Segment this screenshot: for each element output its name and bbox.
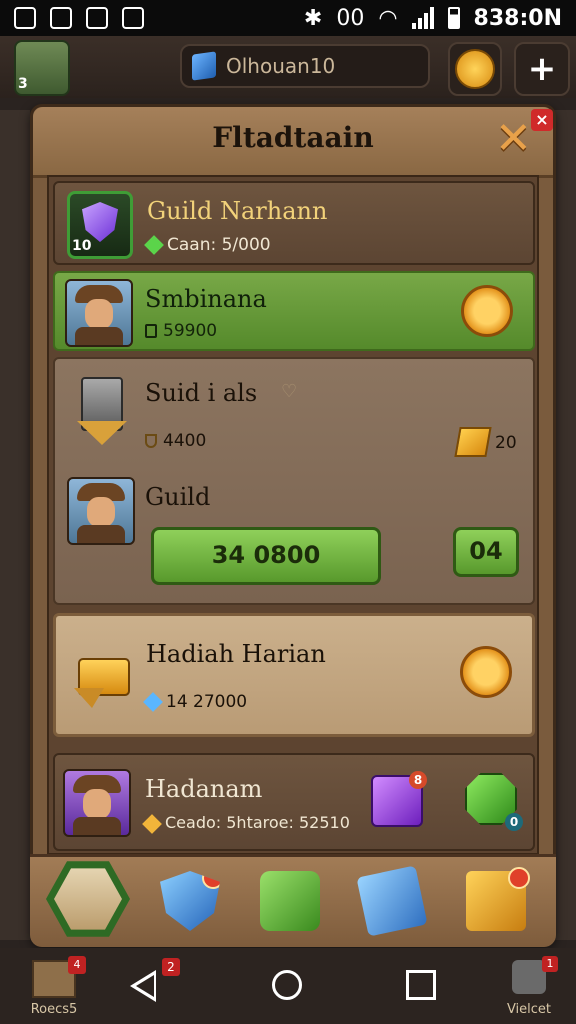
guild-header-card[interactable]: 10 Guild Narhann Caan: 5/000 (53, 181, 535, 265)
recents-shortcut[interactable]: 4 Roecs5 (24, 956, 86, 1017)
recents-badge: 4 (68, 956, 86, 974)
tab-hero[interactable] (46, 861, 130, 937)
panel-title: Fltadtaain (212, 121, 374, 154)
tab-blue-gem[interactable] (356, 865, 428, 937)
guild-master-portrait (67, 477, 135, 545)
player-name: Olhouan10 (226, 54, 336, 78)
member-row[interactable]: Smbinana 59900 (53, 271, 535, 351)
gem-icon (142, 813, 162, 834)
close-icon: ✕ (495, 113, 532, 164)
tab-green-gem[interactable] (260, 871, 320, 931)
notification-dot-icon (508, 867, 530, 889)
panel-header: Fltadtaain ✕ × (33, 107, 553, 178)
right-badge: 1 (542, 956, 558, 972)
heart-icon: ♡ (281, 381, 298, 402)
player-name-plate[interactable]: Olhouan10 (180, 44, 430, 88)
treasure-card[interactable]: Hadiah Harian 14 27000 (53, 613, 535, 737)
member-row[interactable]: Hadanam Ceado: 5htaroe: 52510 8 0 (53, 753, 535, 851)
member-name: Smbinana (145, 285, 267, 313)
app-notification-icon (14, 7, 36, 29)
bluetooth-icon: ✱ (303, 5, 323, 31)
anvil-icon (73, 373, 131, 449)
panel-content: 10 Guild Narhann Caan: 5/000 Smbinana 59… (47, 175, 539, 855)
section-title: Suid i als (145, 379, 258, 407)
guild-level: 10 (72, 238, 92, 254)
green-gem-badge: 0 (505, 813, 523, 831)
background-left (0, 110, 30, 940)
add-button[interactable]: + (514, 42, 570, 96)
guild-shield-icon: 10 (67, 191, 133, 259)
recents-label: Roecs5 (30, 1002, 78, 1017)
player-avatar[interactable]: 3 (14, 40, 70, 96)
close-badge-icon: × (531, 109, 553, 131)
tab-gold-shield[interactable] (466, 867, 530, 931)
notification-dot-icon (202, 871, 220, 889)
status-bar: ✱ 00 ◠ 838:0N (0, 0, 576, 36)
upgrade-section: Suid i als ♡ 4400 20 Guild 34 0800 04 (53, 357, 535, 605)
treasure-title: Hadiah Harian (146, 640, 326, 668)
signal-icon (411, 7, 434, 29)
member-name: Hadanam (145, 775, 263, 803)
section-cost: 4400 (145, 431, 206, 451)
hero-icon (54, 868, 122, 930)
treasure-chest-icon (74, 648, 134, 710)
coin-button[interactable] (448, 42, 502, 96)
coin-icon[interactable] (460, 646, 512, 698)
player-level: 3 (18, 76, 28, 92)
gem-icon (143, 692, 163, 712)
coin-icon (455, 49, 495, 89)
right-label: Vielcet (506, 1002, 552, 1017)
coin-icon[interactable] (461, 285, 513, 337)
shortcut-icon (512, 960, 546, 994)
navigation-bar: 4 Roecs5 2 1 Vielcet (0, 948, 576, 1024)
treasure-value: 14 27000 (143, 692, 247, 712)
upgrade-button[interactable]: 34 0800 (151, 527, 381, 585)
member-portrait (65, 279, 133, 347)
battery-icon (447, 7, 460, 29)
clock: 838:0N (473, 5, 562, 31)
close-button[interactable]: ✕ × (493, 109, 553, 164)
guild-capacity: Caan: 5/000 (144, 235, 271, 255)
photo-notification-icon (86, 7, 108, 29)
home-icon[interactable] (272, 970, 302, 1000)
right-shortcut[interactable]: 1 Vielcet (502, 956, 558, 1017)
back-icon-inner (136, 975, 154, 997)
member-score: 59900 (145, 321, 217, 341)
gold-count: 20 (495, 433, 517, 453)
network-indicator: 00 (336, 5, 365, 31)
gem-icon (144, 235, 164, 255)
small-action-button[interactable]: 04 (453, 527, 519, 577)
member-stats: Ceado: 5htaroe: 52510 (142, 813, 350, 834)
purple-gem-icon[interactable]: 8 (371, 771, 427, 827)
guild-name: Guild Narhann (147, 197, 328, 225)
bottom-tab-bar (30, 854, 556, 947)
download-notification-icon (122, 7, 144, 29)
top-bar: 3 Olhouan10 + (0, 36, 576, 98)
guild-panel: Fltadtaain ✕ × 10 Guild Narhann Caan: 5/… (30, 104, 556, 944)
member-portrait (63, 769, 131, 837)
cube-icon (192, 51, 216, 81)
wifi-icon: ◠ (378, 5, 398, 31)
recent-apps-icon[interactable] (406, 970, 436, 1000)
back-badge: 2 (162, 958, 180, 976)
media-notification-icon (50, 7, 72, 29)
gold-icon (454, 427, 492, 457)
guild-label: Guild (145, 483, 211, 511)
tab-shield[interactable] (160, 871, 220, 931)
